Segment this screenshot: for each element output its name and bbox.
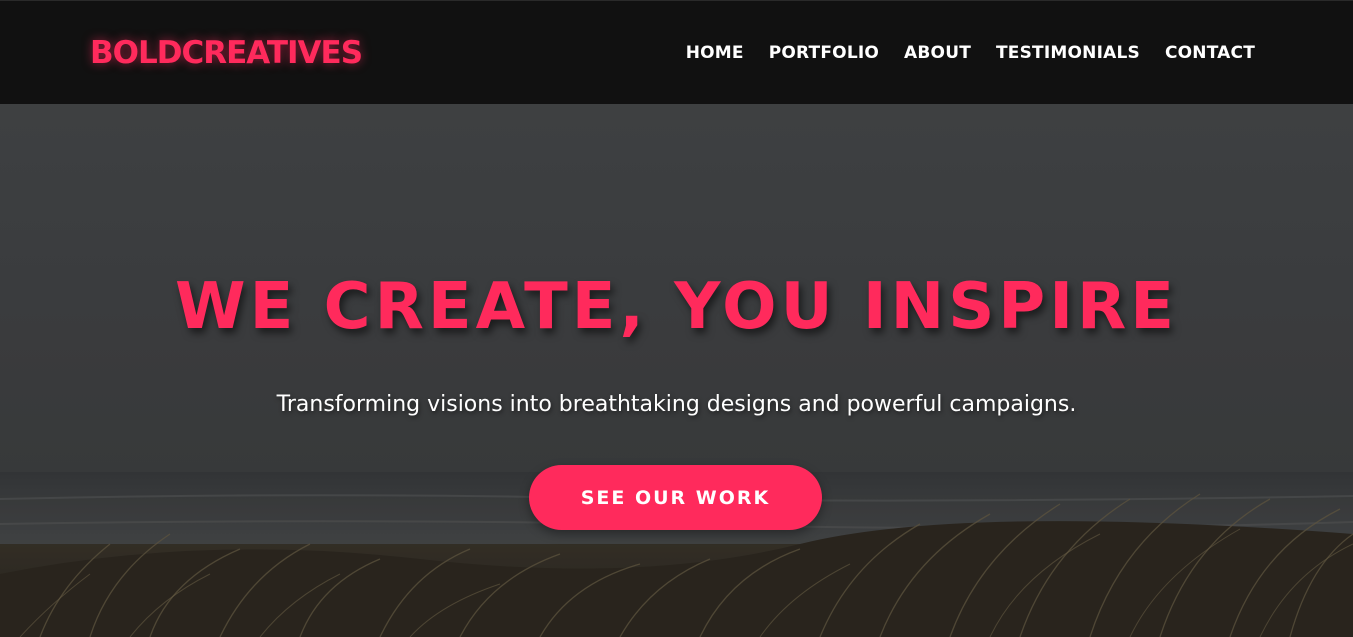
main-nav: HOME PORTFOLIO ABOUT TESTIMONIALS CONTAC… bbox=[661, 41, 1255, 65]
nav-link-about[interactable]: ABOUT bbox=[904, 41, 971, 65]
brand-logo[interactable]: BOLDCREATIVES bbox=[90, 33, 363, 73]
page: BOLDCREATIVES HOME PORTFOLIO ABOUT TESTI… bbox=[0, 0, 1353, 637]
site-header: BOLDCREATIVES HOME PORTFOLIO ABOUT TESTI… bbox=[0, 0, 1353, 104]
hero-section: WE CREATE, YOU INSPIRE Transforming visi… bbox=[0, 104, 1353, 637]
nav-link-contact[interactable]: CONTACT bbox=[1165, 41, 1255, 65]
hero-subtitle: Transforming visions into breathtaking d… bbox=[276, 392, 1077, 417]
hero-title: WE CREATE, YOU INSPIRE bbox=[175, 270, 1178, 344]
nav-link-home[interactable]: HOME bbox=[686, 41, 744, 65]
see-our-work-button[interactable]: SEE OUR WORK bbox=[529, 465, 822, 530]
hero-dark-overlay bbox=[0, 104, 1353, 637]
nav-link-portfolio[interactable]: PORTFOLIO bbox=[769, 41, 879, 65]
nav-link-testimonials[interactable]: TESTIMONIALS bbox=[996, 41, 1140, 65]
